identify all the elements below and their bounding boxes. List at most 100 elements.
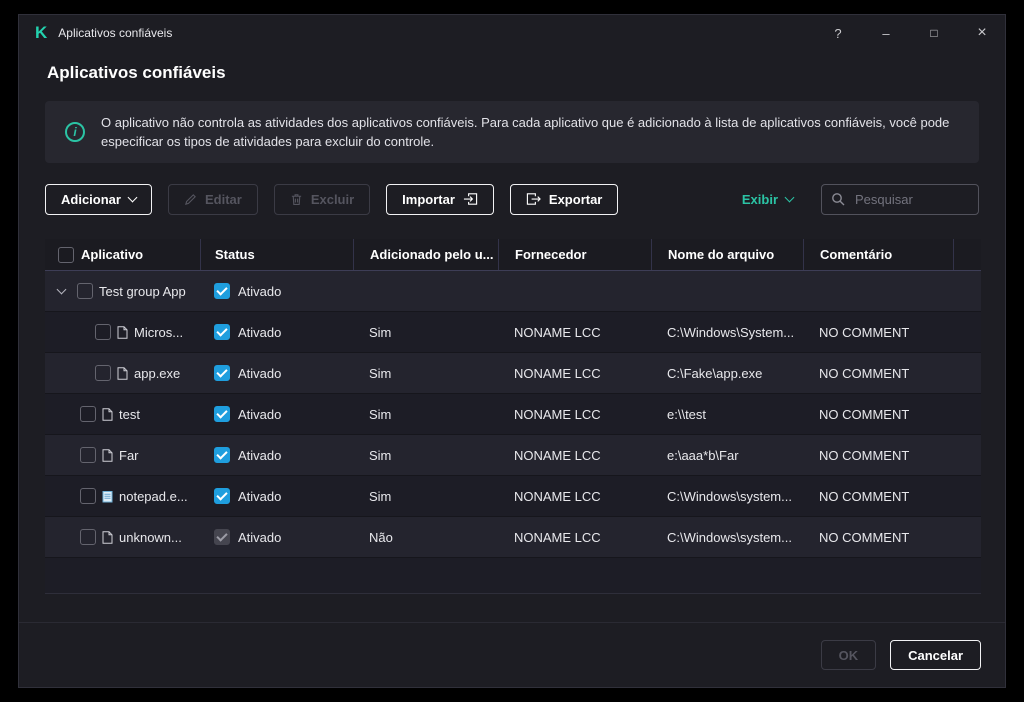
kaspersky-logo-icon: K xyxy=(35,23,48,42)
window-controls: ? – □ × xyxy=(831,24,989,42)
add-button[interactable]: Adicionar xyxy=(45,183,152,215)
page-title: Aplicativos confiáveis xyxy=(47,63,226,82)
file-path: e:\\test xyxy=(667,406,707,422)
edit-button[interactable]: Editar xyxy=(167,183,258,215)
added-by-user: Não xyxy=(369,529,393,545)
column-header-comment[interactable]: Comentário xyxy=(803,239,953,270)
search-icon xyxy=(832,192,845,205)
table-row[interactable]: Far Ativado Sim NONAME LCC e:\aaa*b\Far … xyxy=(45,435,981,476)
file-path: C:\Windows\System... xyxy=(667,324,795,340)
added-by-user: Sim xyxy=(369,406,392,422)
file-icon xyxy=(102,448,113,462)
pencil-icon xyxy=(185,193,196,205)
table-row[interactable]: test Ativado Sim NONAME LCC e:\\test NO … xyxy=(45,394,981,435)
status-label: Ativado xyxy=(238,406,282,422)
status-checkbox[interactable] xyxy=(214,283,230,299)
dialog-footer: OK Cancelar xyxy=(19,622,1005,670)
table-row-group[interactable]: Test group App Ativado xyxy=(45,271,981,312)
column-header-added-by-user[interactable]: Adicionado pelo u... xyxy=(353,239,498,270)
trusted-apps-table: Aplicativo Status Adicionado pelo u... F… xyxy=(45,239,981,594)
column-header-vendor[interactable]: Fornecedor xyxy=(498,239,651,270)
vendor: NONAME LCC xyxy=(514,365,601,381)
status-label: Ativado xyxy=(238,488,282,504)
file-path: C:\Fake\app.exe xyxy=(667,365,763,381)
select-all-checkbox[interactable] xyxy=(58,246,74,263)
cancel-button-label: Cancelar xyxy=(908,647,963,663)
status-label: Ativado xyxy=(238,447,282,463)
row-checkbox[interactable] xyxy=(80,406,96,422)
table-empty-area xyxy=(45,558,981,594)
status-checkbox[interactable] xyxy=(214,447,230,463)
vendor xyxy=(498,271,651,311)
status-checkbox[interactable] xyxy=(214,488,230,504)
column-header-status[interactable]: Status xyxy=(200,239,353,270)
app-name: app.exe xyxy=(134,365,181,381)
file-icon xyxy=(117,325,128,339)
file-path: e:\aaa*b\Far xyxy=(667,447,739,463)
vendor: NONAME LCC xyxy=(514,324,601,340)
vendor: NONAME LCC xyxy=(514,447,601,463)
close-button[interactable]: × xyxy=(975,24,989,42)
title-bar: K Aplicativos confiáveis ? – □ × xyxy=(19,15,1005,51)
maximize-button[interactable]: □ xyxy=(927,26,941,40)
import-button[interactable]: Importar xyxy=(386,183,494,215)
added-by-user: Sim xyxy=(369,488,392,504)
status-label: Ativado xyxy=(238,283,282,299)
group-name: Test group App xyxy=(99,283,186,299)
column-header-file-name[interactable]: Nome do arquivo xyxy=(651,239,803,270)
export-button[interactable]: Exportar xyxy=(509,183,619,215)
table-row[interactable]: unknown... Ativado Não NONAME LCC C:\Win… xyxy=(45,517,981,558)
table-body: Test group App Ativado Micros... Ativado… xyxy=(45,271,981,558)
app-name: notepad.e... xyxy=(119,488,188,504)
row-checkbox[interactable] xyxy=(80,529,96,545)
help-button[interactable]: ? xyxy=(831,26,845,41)
row-checkbox[interactable] xyxy=(95,324,111,340)
comment: NO COMMENT xyxy=(819,529,910,545)
row-checkbox[interactable] xyxy=(95,365,111,381)
view-dropdown-label: Exibir xyxy=(741,191,778,207)
column-header-spacer xyxy=(953,239,981,270)
table-row[interactable]: Micros... Ativado Sim NONAME LCC C:\Wind… xyxy=(45,312,981,353)
comment: NO COMMENT xyxy=(819,324,910,340)
table-row[interactable]: app.exe Ativado Sim NONAME LCC C:\Fake\a… xyxy=(45,353,981,394)
status-checkbox[interactable] xyxy=(214,365,230,381)
collapse-chevron-icon[interactable] xyxy=(56,284,67,294)
cancel-button[interactable]: Cancelar xyxy=(890,640,981,670)
add-button-label: Adicionar xyxy=(61,191,121,207)
export-icon xyxy=(526,193,541,205)
status-checkbox[interactable] xyxy=(214,406,230,422)
app-name: unknown... xyxy=(119,529,182,545)
status-label: Ativado xyxy=(238,365,282,381)
status-checkbox[interactable] xyxy=(214,324,230,340)
comment: NO COMMENT xyxy=(819,447,910,463)
added-by-user xyxy=(353,271,498,311)
file-icon xyxy=(102,530,113,544)
import-button-label: Importar xyxy=(402,191,455,207)
view-dropdown[interactable]: Exibir xyxy=(741,191,795,207)
added-by-user: Sim xyxy=(369,447,392,463)
row-checkbox[interactable] xyxy=(80,488,96,504)
ok-button-label: OK xyxy=(838,647,859,663)
column-header-app[interactable]: Aplicativo xyxy=(77,239,200,270)
window-title: Aplicativos confiáveis xyxy=(58,26,173,40)
app-name: Far xyxy=(119,447,139,463)
status-label: Ativado xyxy=(238,529,282,545)
file-path: C:\Windows\system... xyxy=(667,488,792,504)
ok-button[interactable]: OK xyxy=(820,640,877,670)
chevron-down-icon xyxy=(784,192,795,202)
import-icon xyxy=(463,193,478,205)
file-path xyxy=(651,271,803,311)
edit-button-label: Editar xyxy=(204,191,242,207)
comment: NO COMMENT xyxy=(819,488,910,504)
minimize-button[interactable]: – xyxy=(879,26,893,41)
app-name: Micros... xyxy=(134,324,184,340)
app-window: K Aplicativos confiáveis ? – □ × Aplicat… xyxy=(18,14,1006,688)
table-row[interactable]: notepad.e... Ativado Sim NONAME LCC C:\W… xyxy=(45,476,981,517)
info-banner: i O aplicativo não controla as atividade… xyxy=(45,101,979,163)
delete-button[interactable]: Excluir xyxy=(273,183,371,215)
trash-icon xyxy=(291,193,301,205)
group-checkbox[interactable] xyxy=(77,283,93,299)
row-checkbox[interactable] xyxy=(80,447,96,463)
info-icon: i xyxy=(65,122,85,142)
chevron-down-icon xyxy=(127,192,138,202)
